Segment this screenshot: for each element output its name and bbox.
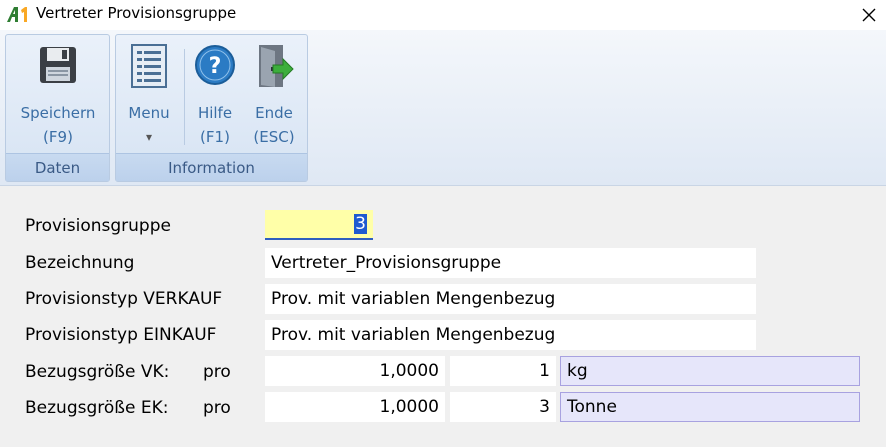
ribbon-group-label-daten: Daten <box>6 153 109 181</box>
provisionstyp-vk-label: Provisionstyp VERKAUF <box>25 289 223 309</box>
bezug-ek-unit-field[interactable]: Tonne <box>560 392 860 422</box>
bezeichnung-value: Vertreter_Provisionsgruppe <box>271 253 502 273</box>
provisionstyp-vk-select[interactable]: Prov. mit variablen Mengenbezug <box>265 284 756 314</box>
bezug-ek-amount-input[interactable]: 1,0000 <box>265 392 445 422</box>
menu-button-label: Menu <box>128 104 170 122</box>
ribbon-group-daten: Speichern (F9) Daten <box>5 34 110 182</box>
help-button-shortcut: (F1) <box>200 128 230 146</box>
exit-button-label: Ende <box>255 104 293 122</box>
bezug-ek-label: Bezugsgröße EK: <box>25 398 169 418</box>
bezug-ek-qty-value: 3 <box>539 397 550 417</box>
provisionstyp-ek-value: Prov. mit variablen Mengenbezug <box>271 325 556 345</box>
window-title: Vertreter Provisionsgruppe <box>36 4 237 22</box>
ribbon-separator <box>184 49 185 145</box>
bezug-vk-qty-value: 1 <box>539 361 550 381</box>
provisionsgruppe-value: 3 <box>354 214 367 234</box>
bezug-vk-amount-input[interactable]: 1,0000 <box>265 356 445 386</box>
provisionsgruppe-input[interactable]: 3 <box>265 210 373 240</box>
provisionsgruppe-label: Provisionsgruppe <box>25 216 171 236</box>
provisionstyp-ek-select[interactable]: Prov. mit variablen Mengenbezug <box>265 320 756 350</box>
bezug-ek-qty-input[interactable]: 3 <box>450 392 556 422</box>
chevron-down-icon: ▾ <box>145 130 153 144</box>
save-button-label: Speichern <box>20 104 96 122</box>
bezug-ek-amount-value: 1,0000 <box>379 397 439 417</box>
bezug-vk-label: Bezugsgröße VK: <box>25 362 170 382</box>
exit-door-icon <box>259 45 294 87</box>
provisionstyp-ek-label: Provisionstyp EINKAUF <box>25 325 217 345</box>
bezug-ek-unit-value: Tonne <box>567 397 617 417</box>
save-button-shortcut: (F9) <box>43 128 73 146</box>
ribbon: Speichern (F9) Daten Menu ▾ ? Hilfe (F1)… <box>0 30 886 186</box>
bezeichnung-label: Bezeichnung <box>25 253 135 273</box>
menu-list-icon <box>131 44 167 88</box>
bezug-vk-unit-value: kg <box>567 361 588 381</box>
bezug-vk-unit-field[interactable]: kg <box>560 356 860 386</box>
bezeichnung-input[interactable]: Vertreter_Provisionsgruppe <box>265 248 756 278</box>
provisionstyp-vk-value: Prov. mit variablen Mengenbezug <box>271 289 556 309</box>
ribbon-group-label-information: Information <box>116 153 307 181</box>
bezug-ek-pro-label: pro <box>203 398 231 418</box>
ribbon-group-information: Menu ▾ ? Hilfe (F1) Ende (ESC) Informati… <box>115 34 308 182</box>
exit-button-shortcut: (ESC) <box>253 128 295 146</box>
title-bar: Vertreter Provisionsgruppe <box>0 0 886 30</box>
help-icon: ? <box>195 45 235 85</box>
svg-text:?: ? <box>209 54 222 79</box>
help-button-label: Hilfe <box>197 104 233 122</box>
bezug-vk-amount-value: 1,0000 <box>379 361 439 381</box>
app-logo-icon <box>7 7 27 22</box>
bezug-vk-qty-input[interactable]: 1 <box>450 356 556 386</box>
floppy-disk-icon <box>40 47 76 83</box>
close-icon <box>862 8 876 22</box>
close-button[interactable] <box>852 0 886 30</box>
bezug-vk-pro-label: pro <box>203 362 231 382</box>
form-area: Provisionsgruppe 3 Bezeichnung Vertreter… <box>0 186 886 447</box>
